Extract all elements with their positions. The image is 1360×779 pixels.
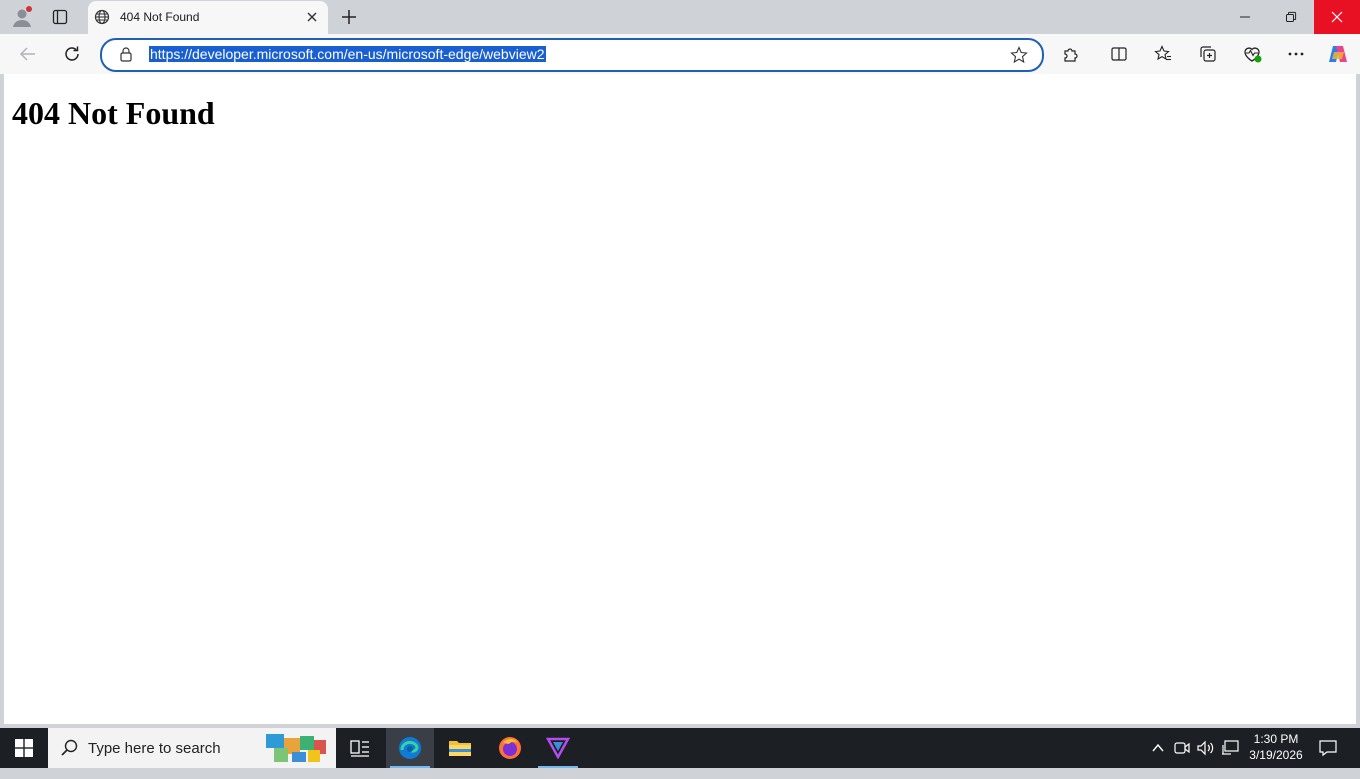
search-placeholder: Type here to search [88, 740, 221, 757]
extensions-icon [1064, 48, 1078, 62]
taskbar-file-explorer[interactable] [436, 728, 484, 768]
notification-button[interactable] [1318, 738, 1338, 758]
clock-date: 3/19/2026 [1249, 748, 1303, 762]
web-content: 404 Not Found ANY RUN [4, 74, 1356, 778]
new-tab-button[interactable] [336, 4, 362, 30]
address-bar[interactable]: https://developer.microsoft.com/en-us/mi… [100, 38, 1044, 72]
task-view-icon [350, 740, 369, 757]
show-hidden-icons-button[interactable] [1148, 738, 1168, 758]
close-window-button[interactable] [1314, 0, 1360, 34]
copilot-icon [1329, 46, 1347, 62]
taskbar-firefox[interactable] [486, 728, 534, 768]
more-icon [1288, 52, 1304, 56]
network-icon [1222, 740, 1239, 755]
tab-actions-icon [52, 9, 68, 25]
puzzle-highlight-icon [266, 734, 326, 762]
split-screen-icon [1111, 47, 1127, 61]
meet-now-icon [1174, 742, 1190, 754]
favorites-button[interactable] [1151, 42, 1175, 66]
profile-icon [13, 6, 32, 27]
refresh-icon [65, 46, 79, 61]
close-icon[interactable] [304, 9, 320, 25]
taskbar-search-box[interactable]: Type here to search [48, 728, 336, 768]
volume-icon [1197, 740, 1214, 756]
extensions-button[interactable] [1059, 42, 1083, 66]
clock-time: 1:30 PM [1253, 732, 1299, 746]
browser-toolbar: https://developer.microsoft.com/en-us/mi… [0, 34, 1360, 74]
network-button[interactable] [1220, 738, 1240, 758]
chevron-up-icon [1152, 743, 1164, 752]
firefox-icon [499, 737, 521, 759]
favorites-icon [1154, 45, 1171, 61]
restore-icon [1286, 11, 1297, 22]
file-explorer-icon [449, 741, 471, 756]
copilot-button[interactable] [1326, 42, 1350, 66]
restore-button[interactable] [1268, 0, 1314, 34]
back-button[interactable] [14, 40, 42, 68]
windows-start-icon [15, 739, 33, 757]
profile-button[interactable] [8, 4, 36, 30]
minimize-icon [1240, 16, 1250, 18]
start-button[interactable] [0, 728, 48, 768]
url-text[interactable]: https://developer.microsoft.com/en-us/mi… [149, 46, 546, 62]
app-icon [546, 737, 570, 759]
tab-title: 404 Not Found [120, 10, 200, 24]
taskbar-edge[interactable] [386, 728, 434, 768]
more-button[interactable] [1284, 42, 1308, 66]
task-view-button[interactable] [336, 728, 384, 768]
taskbar: Type here to search 1:30 PM 3/19/2026 [0, 728, 1360, 768]
tab-bar: 404 Not Found [0, 0, 1360, 34]
collections-button[interactable] [1196, 42, 1220, 66]
collections-icon [1200, 46, 1216, 62]
globe-icon [94, 9, 110, 25]
back-icon [19, 47, 35, 61]
tab-actions-button[interactable] [46, 4, 74, 30]
page-heading: 404 Not Found [12, 95, 215, 131]
refresh-button[interactable] [58, 40, 86, 68]
meet-now-button[interactable] [1172, 738, 1192, 758]
split-screen-button[interactable] [1107, 42, 1131, 66]
star-icon[interactable] [1010, 46, 1028, 64]
search-icon [61, 739, 78, 756]
browser-essentials-button[interactable] [1240, 42, 1264, 66]
taskbar-clock[interactable]: 1:30 PM 3/19/2026 [1244, 731, 1308, 763]
taskbar-app[interactable] [534, 728, 582, 768]
lock-icon[interactable] [118, 46, 134, 62]
browser-essentials-icon [1244, 47, 1262, 63]
close-icon [1331, 11, 1343, 23]
volume-button[interactable] [1196, 738, 1216, 758]
minimize-button[interactable] [1222, 0, 1268, 34]
plus-icon [342, 10, 356, 24]
edge-icon [399, 737, 421, 759]
notification-icon [1319, 740, 1337, 757]
active-tab[interactable]: 404 Not Found [88, 1, 328, 34]
